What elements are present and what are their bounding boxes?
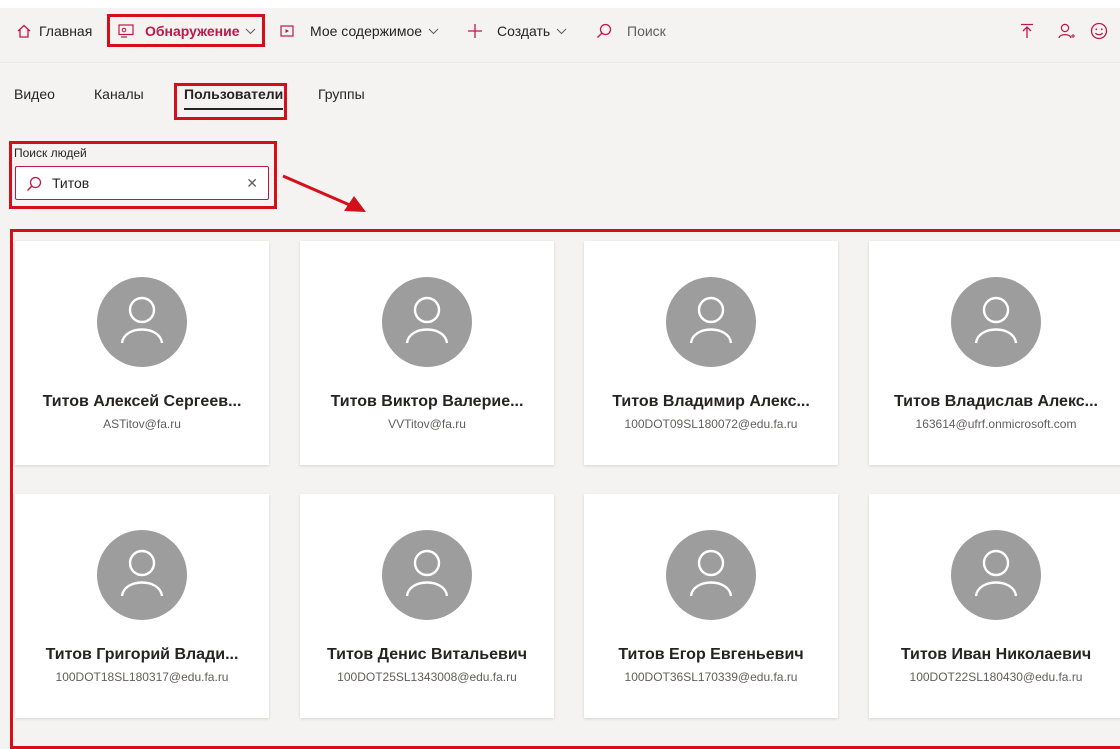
people-search-label: Поиск людей <box>14 146 87 160</box>
search-icon <box>596 23 612 39</box>
people-search-input[interactable] <box>52 173 242 193</box>
profile-button[interactable] <box>1058 16 1076 46</box>
chevron-down-icon <box>428 28 439 35</box>
person-name: Титов Егор Евгеньевич <box>618 646 804 663</box>
feedback-button[interactable] <box>1090 16 1108 46</box>
chevron-down-icon <box>245 28 256 35</box>
person-name: Титов Владислав Алекс... <box>894 393 1098 410</box>
tab-channels[interactable]: Каналы <box>94 86 144 102</box>
person-email: 100DOT36SL170339@edu.fa.ru <box>624 670 798 684</box>
person-email: 100DOT09SL180072@edu.fa.ru <box>624 417 798 431</box>
person-icon <box>404 295 450 350</box>
top-nav-bar: Главная Обнаружение Мое содержимое Созда… <box>0 0 1120 63</box>
upload-icon <box>1020 23 1034 39</box>
person-card[interactable]: Титов Егор Евгеньевич 100DOT36SL170339@e… <box>584 494 838 718</box>
users-tab-highlight-box <box>174 83 287 120</box>
person-email: VVTitov@fa.ru <box>388 417 466 431</box>
person-name: Титов Виктор Валерие... <box>330 393 524 410</box>
avatar <box>951 277 1041 367</box>
person-card[interactable]: Титов Григорий Влади... 100DOT18SL180317… <box>15 494 269 718</box>
avatar <box>666 277 756 367</box>
avatar <box>97 277 187 367</box>
person-card[interactable]: Титов Владислав Алекс... 163614@ufrf.onm… <box>869 241 1120 465</box>
avatar <box>666 530 756 620</box>
top-edge <box>0 0 1120 8</box>
clear-search-icon[interactable]: ✕ <box>246 175 258 192</box>
person-email: 100DOT25SL1343008@edu.fa.ru <box>337 670 517 684</box>
nav-my-content-label: Мое содержимое <box>310 23 423 39</box>
nav-create[interactable]: Создать <box>467 16 567 46</box>
avatar <box>97 530 187 620</box>
person-card[interactable]: Титов Виктор Валерие... VVTitov@fa.ru <box>300 241 554 465</box>
person-name: Титов Денис Витальевич <box>327 646 527 663</box>
upload-button[interactable] <box>1020 16 1034 46</box>
person-card[interactable]: Титов Алексей Сергеев... ASTitov@fa.ru <box>15 241 269 465</box>
tab-channels-label: Каналы <box>94 86 144 102</box>
avatar <box>382 530 472 620</box>
plus-icon <box>467 23 483 39</box>
avatar <box>382 277 472 367</box>
nav-home[interactable]: Главная <box>16 16 92 46</box>
person-icon <box>688 548 734 603</box>
people-search-box: ✕ <box>15 166 269 200</box>
smiley-icon <box>1090 22 1108 40</box>
person-icon <box>973 548 1019 603</box>
annotation-arrow <box>282 174 366 212</box>
person-icon <box>1058 23 1076 39</box>
person-name: Титов Григорий Влади... <box>45 646 239 663</box>
search-icon <box>26 176 42 197</box>
person-icon <box>119 548 165 603</box>
nav-home-label: Главная <box>39 23 93 39</box>
tab-video[interactable]: Видео <box>14 86 55 102</box>
nav-search[interactable]: Поиск <box>596 16 666 46</box>
nav-discover[interactable]: Обнаружение <box>118 16 256 46</box>
person-email: 100DOT18SL180317@edu.fa.ru <box>55 670 229 684</box>
person-icon <box>404 548 450 603</box>
chevron-down-icon <box>556 28 567 35</box>
discover-icon <box>118 24 134 38</box>
nav-discover-label: Обнаружение <box>145 23 240 39</box>
nav-create-label: Создать <box>497 23 551 39</box>
person-name: Титов Владимир Алекс... <box>612 393 810 410</box>
nav-my-content[interactable]: Мое содержимое <box>280 16 439 46</box>
home-icon <box>16 23 32 39</box>
avatar <box>951 530 1041 620</box>
person-card[interactable]: Титов Владимир Алекс... 100DOT09SL180072… <box>584 241 838 465</box>
person-icon <box>688 295 734 350</box>
person-name: Титов Иван Николаевич <box>900 646 1092 663</box>
person-email: 163614@ufrf.onmicrosoft.com <box>915 417 1077 431</box>
my-content-icon <box>280 25 294 37</box>
person-name: Титов Алексей Сергеев... <box>42 393 242 410</box>
person-email: 100DOT22SL180430@edu.fa.ru <box>909 670 1083 684</box>
tab-video-label: Видео <box>14 86 55 102</box>
person-icon <box>119 295 165 350</box>
person-email: ASTitov@fa.ru <box>103 417 181 431</box>
person-card[interactable]: Титов Денис Витальевич 100DOT25SL1343008… <box>300 494 554 718</box>
person-icon <box>973 295 1019 350</box>
tab-groups[interactable]: Группы <box>318 86 365 102</box>
nav-search-label: Поиск <box>627 23 666 39</box>
tab-groups-label: Группы <box>318 86 365 102</box>
person-card[interactable]: Титов Иван Николаевич 100DOT22SL180430@e… <box>869 494 1120 718</box>
